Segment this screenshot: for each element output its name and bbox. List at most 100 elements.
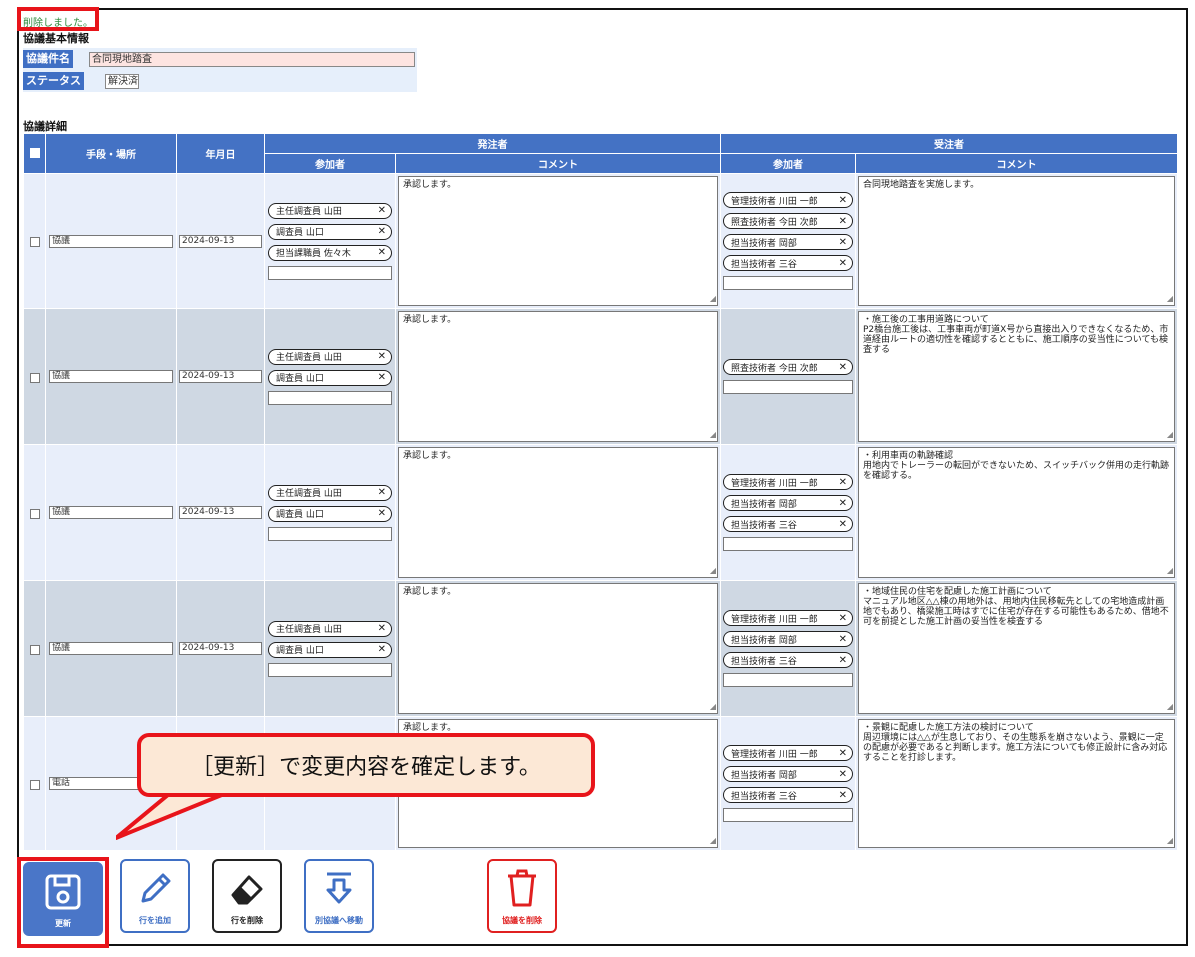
close-icon[interactable]: ✕: [839, 790, 847, 801]
contractor-comment-textarea[interactable]: ・利用車両の軌跡確認 用地内でトレーラーの転回ができないため、スイッチバック併用…: [858, 447, 1175, 578]
close-icon[interactable]: ✕: [378, 351, 386, 362]
resize-grip-icon[interactable]: ◢: [710, 702, 716, 712]
move-button[interactable]: 別協議へ移動: [304, 859, 374, 933]
participant-input[interactable]: [723, 380, 853, 394]
resize-grip-icon[interactable]: ◢: [1167, 566, 1173, 576]
contractor-comment-header: コメント: [855, 153, 1178, 174]
contractor-participants-header: 参加者: [720, 153, 856, 174]
participant-chip: 照査技術者 今田 次郎 ✕: [723, 213, 853, 229]
participant-input[interactable]: [268, 662, 392, 677]
close-icon[interactable]: ✕: [839, 748, 847, 759]
close-icon[interactable]: ✕: [378, 372, 386, 383]
resize-grip-icon[interactable]: ◢: [710, 294, 716, 304]
orderer-participants-cell: 主任調査員 山田 ✕ 調査員 山口 ✕ 担当課職員 佐々木 ✕: [264, 173, 396, 309]
contractor-comment-textarea[interactable]: 合同現地踏査を実施します。 ◢: [858, 176, 1175, 306]
orderer-comment-textarea[interactable]: 承認します。 ◢: [398, 583, 718, 714]
close-icon[interactable]: ✕: [839, 237, 847, 248]
close-icon[interactable]: ✕: [839, 258, 847, 269]
step-input[interactable]: 協議: [49, 234, 173, 248]
step-input[interactable]: 協議: [49, 370, 173, 383]
close-icon[interactable]: ✕: [378, 644, 386, 655]
subject-input[interactable]: 合同現地踏査: [89, 52, 415, 67]
participant-name: 管理技術者 川田 一郎: [731, 196, 818, 207]
add-row-button[interactable]: 行を追加: [120, 859, 190, 933]
row-checkbox[interactable]: [29, 508, 40, 519]
participant-input[interactable]: [723, 673, 853, 687]
participant-chip: 照査技術者 今田 次郎 ✕: [723, 359, 853, 375]
close-icon[interactable]: ✕: [378, 205, 386, 216]
date-input[interactable]: 2024-09-13: [179, 506, 262, 519]
save-icon: [45, 874, 81, 910]
participant-input[interactable]: [268, 526, 392, 541]
participant-name: 担当課職員 佐々木: [276, 249, 351, 259]
close-icon[interactable]: ✕: [378, 508, 386, 519]
close-icon[interactable]: ✕: [839, 216, 847, 227]
close-icon[interactable]: ✕: [378, 226, 386, 237]
table-row: 協議 2024-09-13 主任調査員 山田 ✕ 調査員 山口 ✕ 承認します。 ◢ 照査技術者…: [23, 308, 1178, 445]
participant-name: 担当技術者 三谷: [731, 259, 797, 270]
close-icon[interactable]: ✕: [839, 195, 847, 206]
participant-name: 担当技術者 岡部: [731, 635, 797, 646]
participant-chip: 担当技術者 三谷 ✕: [723, 516, 853, 532]
orderer-comment-textarea[interactable]: 承認します。 ◢: [398, 447, 718, 578]
date-input[interactable]: 2024-09-13: [179, 370, 262, 383]
row-select-cell: [23, 308, 46, 445]
close-icon[interactable]: ✕: [378, 247, 386, 258]
contractor-participants-cell: 照査技術者 今田 次郎 ✕: [720, 308, 856, 445]
row-checkbox[interactable]: [29, 237, 40, 247]
contractor-comment-textarea[interactable]: ・景観に配慮した施工方法の検討について 周辺環境には△△が生息しており、その生態…: [858, 719, 1175, 848]
close-icon[interactable]: ✕: [839, 477, 847, 488]
orderer-header: 発注者: [264, 133, 721, 154]
resize-grip-icon[interactable]: ◢: [710, 836, 716, 846]
date-cell: 2024-09-13: [176, 173, 265, 309]
delete-discussion-button[interactable]: 協議を削除: [487, 859, 557, 933]
close-icon[interactable]: ✕: [839, 613, 847, 624]
close-icon[interactable]: ✕: [378, 487, 386, 498]
participant-input[interactable]: [268, 390, 392, 405]
contractor-comment-textarea[interactable]: ・地域住民の住宅を配慮した施工計画について マニュアル地区△△棟の用地外は、用地…: [858, 583, 1175, 714]
row-checkbox[interactable]: [29, 644, 40, 655]
update-button[interactable]: 更新: [23, 862, 103, 936]
step-input[interactable]: 協議: [49, 642, 173, 655]
participant-input[interactable]: [723, 276, 853, 290]
move-label: 別協議へ移動: [315, 916, 363, 925]
delete-row-button[interactable]: 行を削除: [212, 859, 282, 933]
participant-input[interactable]: [268, 265, 392, 280]
orderer-comment-textarea[interactable]: 承認します。 ◢: [398, 176, 718, 306]
close-icon[interactable]: ✕: [839, 498, 847, 509]
instruction-callout: ［更新］で変更内容を確定します。: [137, 733, 595, 797]
contractor-comment-text: ・利用車両の軌跡確認 用地内でトレーラーの転回ができないため、スイッチバック併用…: [863, 451, 1170, 481]
orderer-comment-cell: 承認します。 ◢: [395, 173, 721, 309]
resize-grip-icon[interactable]: ◢: [710, 566, 716, 576]
participant-name: 照査技術者 今田 次郎: [731, 363, 818, 374]
orderer-comment-textarea[interactable]: 承認します。 ◢: [398, 311, 718, 442]
step-input[interactable]: 協議: [49, 506, 173, 519]
row-checkbox[interactable]: [29, 779, 40, 790]
close-icon[interactable]: ✕: [839, 634, 847, 645]
close-icon[interactable]: ✕: [839, 769, 847, 780]
resize-grip-icon[interactable]: ◢: [710, 430, 716, 440]
resize-grip-icon[interactable]: ◢: [1167, 702, 1173, 712]
orderer-comment-text: 承認します。: [403, 451, 457, 461]
participant-input[interactable]: [723, 808, 853, 822]
participant-chip: 担当技術者 岡部 ✕: [723, 495, 853, 511]
close-icon[interactable]: ✕: [839, 655, 847, 666]
select-all-checkbox[interactable]: [29, 148, 40, 158]
close-icon[interactable]: ✕: [839, 362, 847, 373]
contractor-comment-cell: ・地域住民の住宅を配慮した施工計画について マニュアル地区△△棟の用地外は、用地…: [855, 580, 1178, 717]
participant-name: 照査技術者 今田 次郎: [731, 217, 818, 228]
date-input[interactable]: 2024-09-13: [179, 234, 262, 248]
close-icon[interactable]: ✕: [378, 623, 386, 634]
row-checkbox[interactable]: [29, 372, 40, 383]
resize-grip-icon[interactable]: ◢: [1167, 294, 1173, 304]
status-select[interactable]: 解決済▼: [105, 74, 139, 89]
resize-grip-icon[interactable]: ◢: [1167, 836, 1173, 846]
date-cell: 2024-09-13: [176, 308, 265, 445]
contractor-comment-textarea[interactable]: ・施工後の工事用道路について P2橋台施工後は、工事車両が町道X号から直接出入り…: [858, 311, 1175, 442]
orderer-participants-cell: 主任調査員 山田 ✕ 調査員 山口 ✕: [264, 444, 396, 581]
date-input[interactable]: 2024-09-13: [179, 642, 262, 655]
pencil-icon: [141, 873, 171, 903]
resize-grip-icon[interactable]: ◢: [1167, 430, 1173, 440]
participant-input[interactable]: [723, 537, 853, 551]
close-icon[interactable]: ✕: [839, 519, 847, 530]
